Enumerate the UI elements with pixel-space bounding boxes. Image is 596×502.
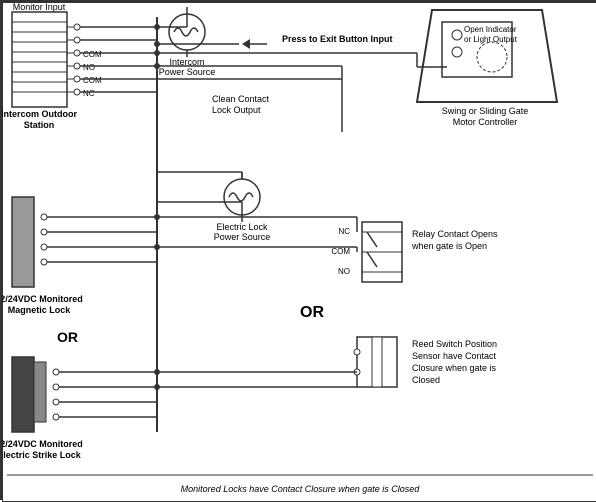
svg-text:Power Source: Power Source — [214, 232, 271, 242]
svg-text:Reed Switch Position: Reed Switch Position — [412, 339, 497, 349]
svg-text:Lock Output: Lock Output — [212, 105, 261, 115]
svg-text:OR: OR — [57, 329, 78, 345]
svg-text:Monitored Locks have Contact C: Monitored Locks have Contact Closure whe… — [181, 484, 421, 494]
svg-text:NC: NC — [83, 89, 95, 98]
svg-text:or Light Output: or Light Output — [464, 35, 518, 44]
svg-text:Motor Controller: Motor Controller — [453, 117, 518, 127]
svg-text:Intercom Outdoor: Intercom Outdoor — [2, 109, 77, 119]
wiring-diagram: Monitor Input COM NO COM NC Intercom Out… — [0, 0, 596, 500]
svg-text:Closure when gate is: Closure when gate is — [412, 363, 497, 373]
svg-text:Power Source: Power Source — [159, 67, 216, 77]
svg-text:Closed: Closed — [412, 375, 440, 385]
svg-text:Magnetic Lock: Magnetic Lock — [8, 305, 72, 315]
svg-text:12/24VDC Monitored: 12/24VDC Monitored — [2, 294, 83, 304]
svg-text:Clean Contact: Clean Contact — [212, 94, 270, 104]
svg-text:Relay Contact Opens: Relay Contact Opens — [412, 229, 498, 239]
svg-text:Open Indicator: Open Indicator — [464, 25, 517, 34]
svg-text:Sensor have Contact: Sensor have Contact — [412, 351, 497, 361]
svg-text:Monitor Input: Monitor Input — [13, 2, 66, 12]
svg-text:when gate is Open: when gate is Open — [411, 241, 487, 251]
svg-text:COM: COM — [83, 50, 102, 59]
svg-text:OR: OR — [300, 304, 324, 321]
svg-text:Electric Strike Lock: Electric Strike Lock — [2, 450, 82, 460]
svg-text:Press to Exit Button Input: Press to Exit Button Input — [282, 34, 393, 44]
svg-text:Electric Lock: Electric Lock — [216, 222, 268, 232]
svg-text:Station: Station — [24, 120, 55, 130]
svg-text:NC: NC — [338, 227, 350, 236]
svg-text:COM: COM — [83, 76, 102, 85]
svg-text:NO: NO — [338, 267, 350, 276]
svg-text:NO: NO — [83, 63, 95, 72]
svg-text:12/24VDC Monitored: 12/24VDC Monitored — [2, 439, 83, 449]
svg-text:COM: COM — [331, 247, 350, 256]
svg-text:Swing or Sliding Gate: Swing or Sliding Gate — [442, 106, 529, 116]
